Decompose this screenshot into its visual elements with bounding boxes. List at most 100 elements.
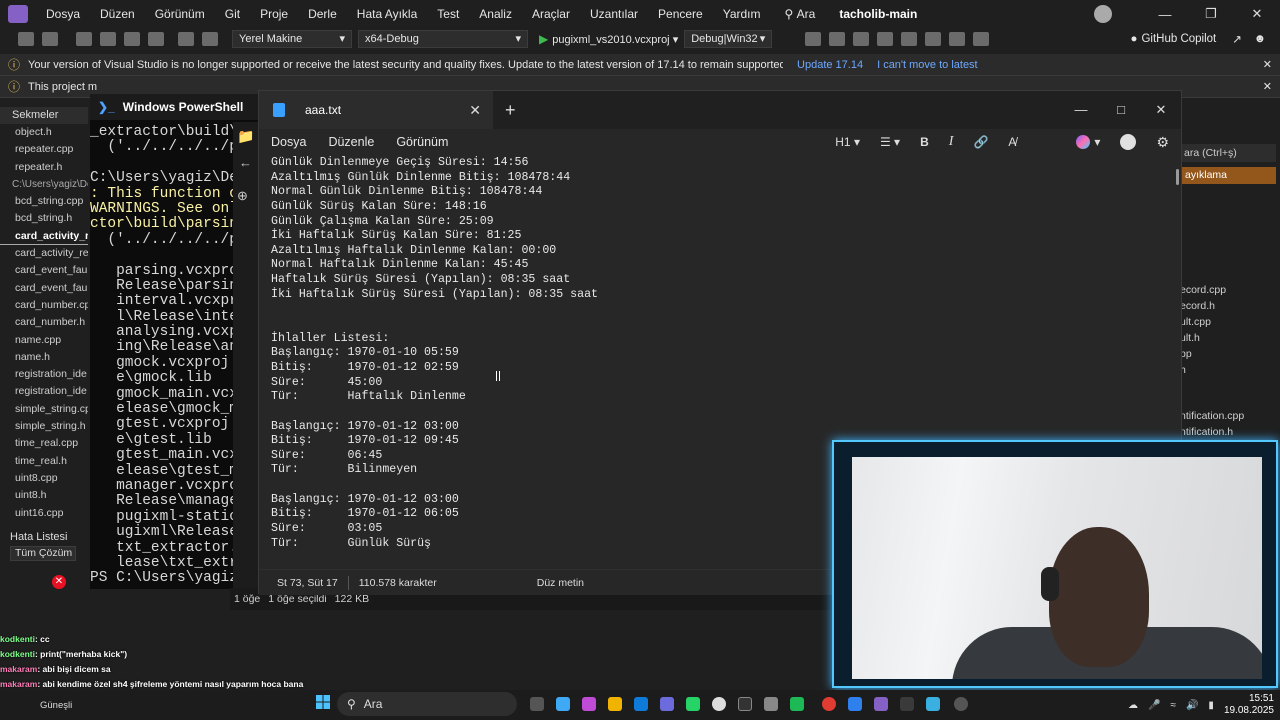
save-all-icon[interactable] [148, 32, 164, 46]
right-file-item[interactable]: ult.h [1180, 332, 1200, 344]
share-icon[interactable]: ↗ [1232, 32, 1242, 46]
editor-scrollbar[interactable] [1176, 169, 1179, 185]
right-file-item[interactable]: ntification.h [1180, 426, 1233, 438]
menu-git[interactable]: Git [215, 7, 250, 21]
heading-dropdown[interactable]: H1 ▾ [835, 135, 860, 149]
menu-derle[interactable]: Derle [298, 7, 347, 21]
edge-icon[interactable] [634, 697, 648, 711]
np-menu-dosya[interactable]: Dosya [271, 135, 306, 149]
back-icon[interactable] [18, 32, 34, 46]
menu-test[interactable]: Test [427, 7, 469, 21]
discord-icon[interactable] [660, 697, 674, 711]
file-item[interactable]: card_event_faul [0, 262, 88, 279]
onedrive-icon[interactable]: ☁ [1128, 700, 1138, 711]
menu-dosya[interactable]: Dosya [36, 7, 90, 21]
app-icon[interactable] [822, 697, 836, 711]
file-item[interactable]: bcd_string.cpp [0, 193, 88, 210]
error-list-title[interactable]: Hata Listesi [0, 528, 88, 546]
windows-start-icon[interactable] [316, 695, 330, 709]
copilot-button[interactable]: ▾ [1076, 135, 1100, 149]
menu-uzantilar[interactable]: Uzantılar [580, 7, 648, 21]
wifi-icon[interactable]: ≈ [1170, 700, 1176, 711]
back-arrow-icon[interactable]: ← [239, 155, 253, 170]
menu-duzen[interactable]: Düzen [90, 7, 145, 21]
microphone-icon[interactable]: 🎤 [1148, 700, 1160, 711]
file-item[interactable]: uint16.cpp [0, 505, 88, 522]
toolbar-icon[interactable] [805, 32, 822, 46]
file-item[interactable]: time_real.h [0, 453, 88, 470]
settings-icon[interactable] [764, 697, 778, 711]
italic-icon[interactable]: I [949, 134, 954, 150]
forward-icon[interactable] [42, 32, 58, 46]
file-item[interactable]: C:\Users\yagiz\De [0, 176, 88, 193]
vs-search-button[interactable]: ⚲ Ara [777, 7, 824, 21]
minimize-icon[interactable]: — [1061, 102, 1101, 118]
file-item[interactable]: card_number.h [0, 314, 88, 331]
settings-gear-icon[interactable]: ⚙ [1156, 134, 1169, 151]
tabs-panel-title[interactable]: Sekmeler [0, 107, 88, 124]
chrome-icon[interactable] [712, 697, 726, 711]
right-file-item[interactable]: ecord.cpp [1180, 284, 1226, 296]
file-item[interactable]: card_number.cp [0, 297, 88, 314]
toolbar-icon[interactable] [925, 32, 942, 46]
file-item[interactable]: time_real.cpp [0, 435, 88, 452]
file-item[interactable]: simple_string.h [0, 418, 88, 435]
visual-studio-icon[interactable] [874, 697, 888, 711]
account-avatar[interactable] [1094, 5, 1112, 23]
configuration-combo[interactable]: Debug|Win32 ▾ [684, 30, 773, 48]
decline-link[interactable]: I can't move to latest [877, 59, 978, 71]
file-item[interactable]: repeater.cpp [0, 141, 88, 158]
feedback-icon[interactable]: ☻ [1254, 33, 1266, 45]
weather-widget[interactable]: Güneşli [40, 700, 300, 711]
close-icon[interactable]: ✕ [1141, 102, 1181, 118]
maximize-icon[interactable]: □ [1101, 102, 1141, 118]
undo-icon[interactable] [178, 32, 194, 46]
update-link[interactable]: Update 17.14 [797, 59, 863, 71]
clear-format-icon[interactable]: A̸ [1008, 135, 1016, 149]
solution-search-input[interactable]: ara (Ctrl+ş) [1180, 144, 1276, 162]
close-icon[interactable]: ✕ [1263, 80, 1272, 93]
file-item[interactable]: name.h [0, 349, 88, 366]
toolbar-icon[interactable] [829, 32, 846, 46]
link-icon[interactable]: 🔗 [973, 135, 988, 149]
taskbar-search-box[interactable]: ⚲ Ara [337, 692, 517, 716]
notepad-tab[interactable]: aaa.txt ✕ [259, 91, 493, 129]
toolbar-icon[interactable] [853, 32, 870, 46]
vscode-icon[interactable] [848, 697, 862, 711]
file-item[interactable]: simple_string.cp [0, 401, 88, 418]
bookmark-icon[interactable] [973, 32, 990, 46]
restore-icon[interactable]: ❐ [1188, 6, 1234, 22]
toolbar-icon[interactable] [877, 32, 894, 46]
whatsapp-icon[interactable] [686, 697, 700, 711]
account-icon[interactable] [1120, 134, 1137, 150]
debugger-target-combo[interactable]: Yerel Makine ▾ [232, 30, 352, 48]
powershell-titlebar[interactable]: ❯_ Windows PowerShell [90, 94, 260, 120]
start-debug-icon[interactable]: ▶ [539, 32, 548, 46]
file-item[interactable]: bcd_string.h [0, 210, 88, 227]
menu-hata-ayikla[interactable]: Hata Ayıkla [347, 7, 427, 21]
spotify-icon[interactable] [790, 697, 804, 711]
scope-combo[interactable]: Tüm Çözüm [10, 546, 76, 561]
list-dropdown-icon[interactable]: ☰ ▾ [880, 135, 900, 149]
file-item[interactable]: card_event_faul [0, 280, 88, 297]
battery-icon[interactable]: ▮ [1208, 700, 1214, 711]
widgets-icon[interactable] [556, 697, 570, 711]
file-item[interactable]: repeater.h [0, 159, 88, 176]
menu-araclar[interactable]: Araçlar [522, 7, 580, 21]
new-item-icon[interactable] [76, 32, 92, 46]
redo-icon[interactable] [202, 32, 218, 46]
right-file-item[interactable]: ecord.h [1180, 300, 1215, 312]
toolbar-icon[interactable] [949, 32, 966, 46]
close-icon[interactable]: ✕ [1234, 6, 1280, 22]
volume-icon[interactable]: 🔊 [1186, 700, 1198, 711]
file-item[interactable]: card_activity_re [0, 228, 88, 246]
menu-analiz[interactable]: Analiz [469, 7, 522, 21]
close-icon[interactable]: ✕ [1263, 58, 1272, 71]
file-item[interactable]: card_activity_re [0, 245, 88, 262]
menu-yardim[interactable]: Yardım [713, 7, 771, 21]
np-menu-gorunum[interactable]: Görünüm [396, 135, 448, 149]
file-explorer-window[interactable]: 📁 ← ⊕ [233, 122, 259, 610]
startup-project-combo[interactable]: pugixml_vs2010.vcxproj ▾ [552, 33, 678, 46]
file-item[interactable]: name.cpp [0, 332, 88, 349]
file-item[interactable]: object.h [0, 124, 88, 141]
